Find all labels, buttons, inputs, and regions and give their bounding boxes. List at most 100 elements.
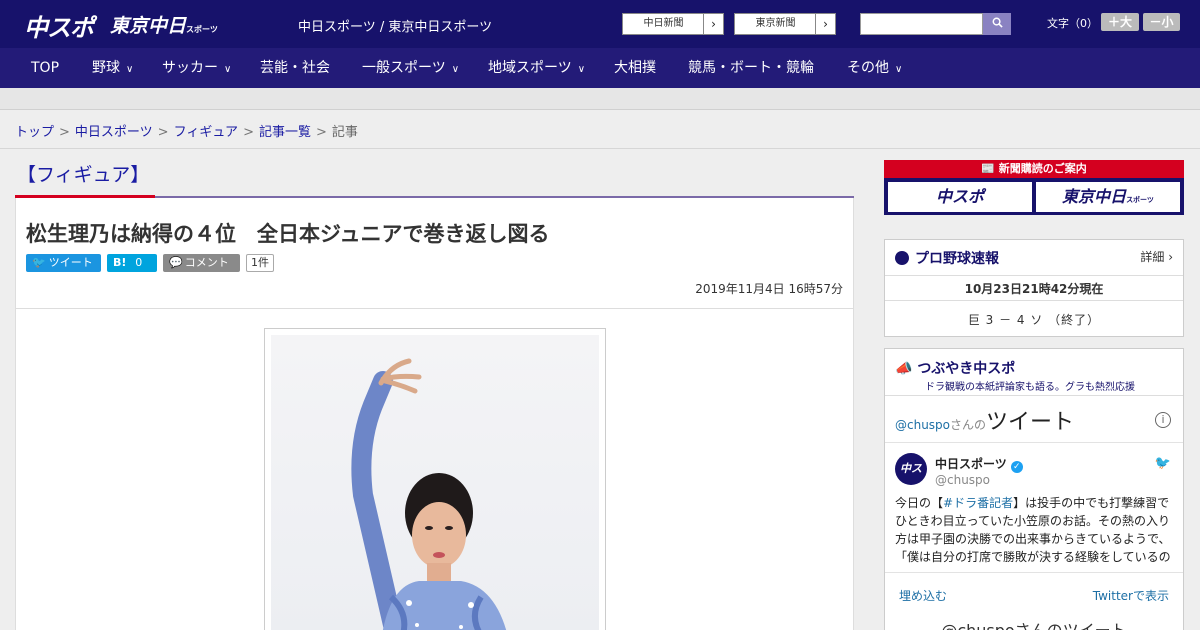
verified-icon: ✓ (1010, 461, 1023, 473)
nav-label: 地域スポーツ (488, 60, 572, 76)
breadcrumb-figure[interactable]: フィギュア (174, 125, 238, 140)
tokyo-chunichi-logo-text: 東京中日 (110, 15, 187, 37)
subscription-banner[interactable]: 📰 新聞購読のご案内 中スポ 東京中日スポーツ (884, 160, 1184, 215)
article-title: 松生理乃は納得の４位 全日本ジュニアで巻き返し図る (26, 222, 550, 246)
comment-count[interactable]: 1件 (246, 254, 274, 272)
figure-skater-photo (271, 335, 599, 630)
skater-illustration (351, 358, 507, 630)
nav-label: その他 (847, 60, 889, 76)
nav-baseball[interactable]: 野球 ∨ (92, 48, 133, 88)
site-title[interactable]: 中日スポーツ / 東京中日スポーツ (298, 16, 492, 35)
nav-entertainment[interactable]: 芸能・社会 (260, 48, 330, 88)
timeline-footer[interactable]: @chuspoさんのツイート (885, 617, 1183, 630)
nav-regional-sports[interactable]: 地域スポーツ ∨ (488, 48, 585, 88)
divider (885, 300, 1183, 301)
twitter-widget-title-text: つぶやき中スポ (917, 361, 1016, 377)
speech-bubble-icon: 💬 (169, 256, 183, 269)
baseball-icon (895, 251, 909, 265)
twitter-bird-icon: 🐦 (1154, 456, 1171, 471)
divider (885, 442, 1183, 443)
chevron-down-icon: ∨ (451, 64, 460, 75)
nav-sumo[interactable]: 大相撲 (614, 48, 656, 88)
nav-label: 野球 (92, 60, 120, 76)
baseball-widget-title: プロ野球速報 (895, 248, 999, 268)
baseball-detail-link[interactable]: 詳細 › (1140, 248, 1173, 265)
nav-top[interactable]: TOP (31, 48, 59, 88)
nav-other[interactable]: その他 ∨ (847, 48, 902, 88)
subscribe-chuspo-button[interactable]: 中スポ (888, 182, 1032, 212)
hatena-icon: B! (113, 256, 127, 269)
divider (885, 572, 1183, 573)
breadcrumb-chunichi-sports[interactable]: 中日スポーツ (75, 125, 153, 140)
tweet-hashtag[interactable]: #ドラ番記者 (943, 496, 1013, 510)
breadcrumb-separator: > (59, 125, 70, 140)
breadcrumb-separator: > (243, 125, 254, 140)
info-icon[interactable]: i (1155, 412, 1171, 428)
breadcrumb-top[interactable]: トップ (15, 125, 54, 140)
nav-soccer[interactable]: サッカー ∨ (162, 48, 231, 88)
breadcrumb-separator: > (157, 125, 169, 140)
avatar[interactable]: 中スポ (895, 453, 927, 507)
view-on-twitter-link[interactable]: Twitterで表示 (1093, 587, 1169, 604)
article-photo[interactable] (264, 328, 606, 630)
comment-label: コメント (184, 256, 229, 269)
twitter-widget: 📣 つぶやき中スポ ドラ観戦の本紙評論家も語る。グラも熱烈応援 @chuspoさ… (884, 348, 1184, 630)
search-button[interactable] (983, 13, 1011, 35)
timeline-handle: @chuspo (895, 418, 951, 432)
tweet-button[interactable]: 🐦 ツイート (26, 254, 101, 272)
twitter-timeline[interactable]: @chuspoさんのツイート i 中スポ 中日スポーツ ✓ @chuspo 🐦 今… (885, 395, 1183, 630)
site-header: 中スポ 東京中日スポーツ 中日スポーツ / 東京中日スポーツ 中日新聞 › 東京… (0, 0, 1200, 48)
nav-label: 一般スポーツ (362, 60, 446, 76)
divider (0, 148, 1200, 149)
twitter-widget-subtitle: ドラ観戦の本紙評論家も語る。グラも熱烈応援 (925, 382, 1135, 393)
search-input[interactable] (860, 13, 983, 35)
article-header: 松生理乃は納得の４位 全日本ジュニアで巻き返し図る 🐦 ツイート B! 0 💬 コメ… (15, 198, 854, 309)
chunichi-shimbun-link[interactable]: 中日新聞 › (622, 13, 724, 35)
timeline-header[interactable]: @chuspoさんのツイート (895, 404, 1074, 436)
tokyo-shimbun-label: 東京新聞 (755, 18, 796, 29)
font-larger-button[interactable]: ＋大 (1101, 13, 1139, 31)
tokyo-shimbun-link[interactable]: 東京新聞 › (734, 13, 836, 35)
chunichi-shimbun-label: 中日新聞 (643, 18, 684, 29)
nav-label: TOP (31, 60, 60, 76)
tweet-account-handle[interactable]: @chuspo (935, 473, 990, 487)
article-date: 2019年11月4日 16時57分 (695, 282, 843, 296)
global-nav: TOP 野球 ∨ サッカー ∨ 芸能・社会 一般スポーツ ∨ 地域スポーツ ∨ 大相撲 … (0, 48, 1200, 88)
tweet-account-name[interactable]: 中日スポーツ ✓ (935, 455, 1023, 473)
nav-racing[interactable]: 競馬・ボート・競輪 (688, 48, 814, 88)
baseball-update-time: 10月23日21時42分現在 (964, 282, 1104, 296)
tokyo-chunichi-logo-small: スポーツ (186, 25, 218, 34)
nav-general-sports[interactable]: 一般スポーツ ∨ (362, 48, 459, 88)
font-size-label: 文字（0） (1047, 17, 1098, 30)
tweet-label: ツイート (48, 256, 93, 269)
twitter-widget-title: 📣 つぶやき中スポ (895, 358, 1015, 378)
hatena-count: 0 (135, 256, 143, 269)
timeline-san: さんの (950, 418, 987, 432)
embed-link[interactable]: 埋め込む (899, 587, 947, 604)
timeline-title: ツイート (986, 410, 1075, 435)
breadcrumb: トップ > 中日スポーツ > フィギュア > 記事一覧 > 記事 (15, 121, 358, 140)
subscribe-tokyo-chunichi-label: 東京中日 (1062, 187, 1127, 206)
baseball-score[interactable]: 巨 3 － 4 ソ （終了） (885, 311, 1183, 328)
breadcrumb-separator: > (315, 125, 327, 140)
nav-label: 大相撲 (614, 60, 656, 76)
breadcrumb-current: 記事 (331, 125, 358, 140)
chevron-right-icon: › (703, 14, 723, 34)
chevron-down-icon: ∨ (126, 64, 134, 75)
subscribe-tokyo-chunichi-button[interactable]: 東京中日スポーツ (1036, 182, 1180, 212)
chevron-down-icon: ∨ (224, 64, 232, 75)
nav-label: 競馬・ボート・競輪 (688, 60, 814, 76)
twitter-bird-icon: 🐦 (32, 256, 46, 269)
tokyo-chunichi-logo[interactable]: 東京中日スポーツ (110, 11, 218, 41)
search-icon (992, 17, 1003, 28)
breadcrumb-article-list[interactable]: 記事一覧 (259, 125, 311, 140)
subscription-title: 📰 新聞購読のご案内 (884, 160, 1184, 178)
chevron-down-icon: ∨ (577, 64, 586, 75)
comment-button[interactable]: 💬 コメント (163, 254, 240, 272)
font-smaller-button[interactable]: －小 (1143, 13, 1180, 31)
chevron-right-icon: › (815, 14, 835, 34)
chuspo-logo[interactable]: 中スポ (24, 8, 94, 42)
baseball-widget-title-text: プロ野球速報 (915, 251, 999, 267)
hatena-bookmark-button[interactable]: B! 0 (107, 254, 157, 272)
megaphone-icon: 📣 (895, 361, 918, 377)
